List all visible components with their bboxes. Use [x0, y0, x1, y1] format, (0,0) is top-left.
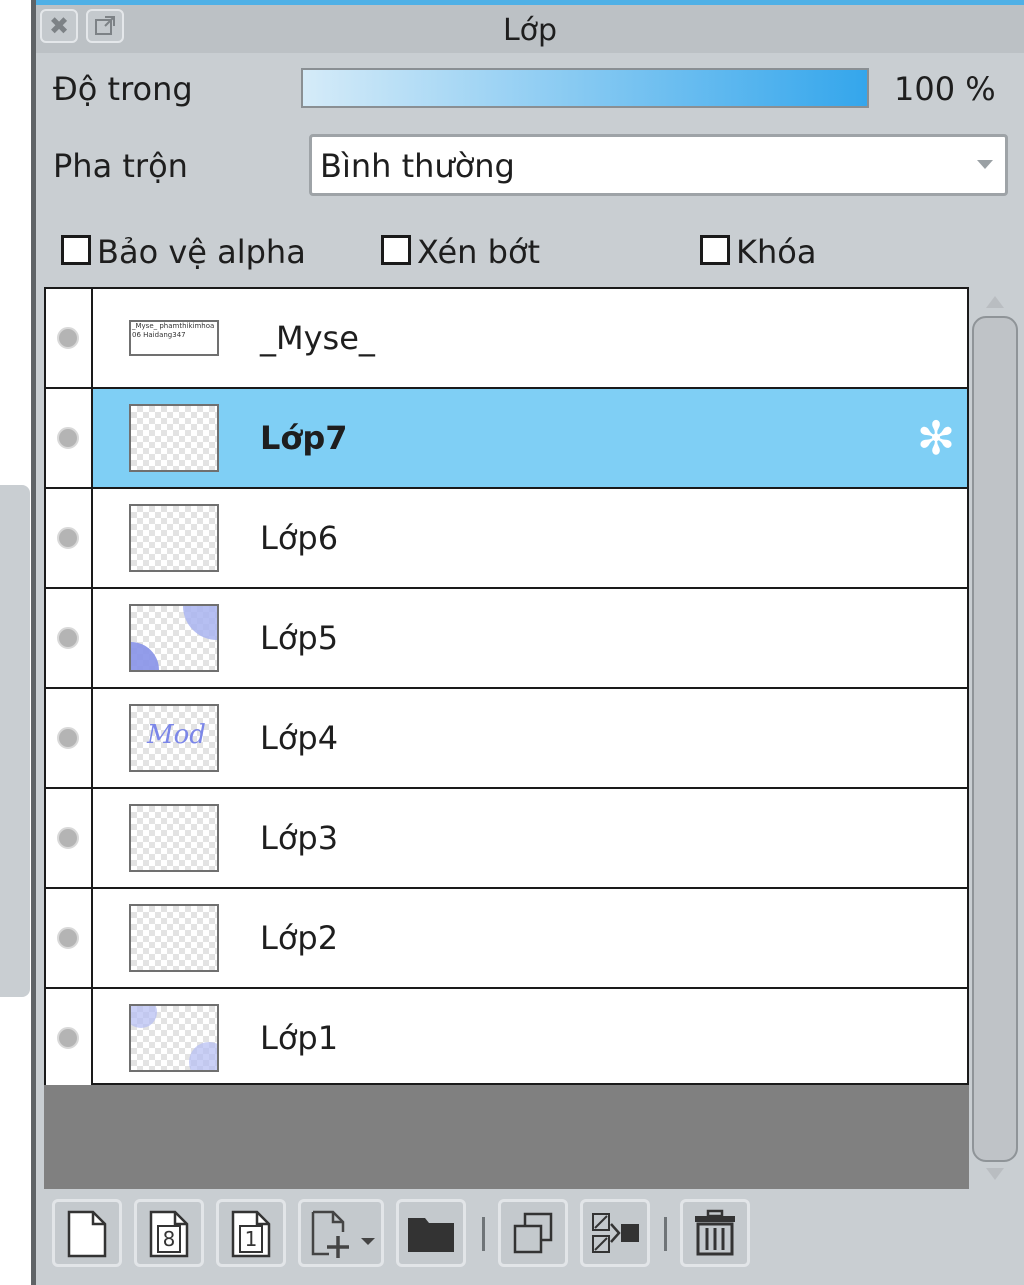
- visibility-toggle[interactable]: [46, 289, 93, 387]
- layer-row[interactable]: Lớp6: [46, 489, 967, 589]
- layer-name: Lớp7: [260, 419, 348, 457]
- layer-scrollbar[interactable]: [970, 290, 1020, 1190]
- gear-icon[interactable]: ✻: [913, 415, 959, 461]
- layer-thumbnail: [129, 904, 219, 972]
- blend-mode-value: Bình thường: [320, 147, 515, 185]
- new-1bit-layer-button[interactable]: 1: [216, 1199, 286, 1267]
- add-layer-menu-button[interactable]: [298, 1199, 384, 1267]
- trash-icon: [695, 1209, 735, 1256]
- visibility-toggle[interactable]: [46, 689, 93, 787]
- visibility-dot-icon: [57, 427, 79, 449]
- new-layer-button[interactable]: [52, 1199, 122, 1267]
- layer-thumbnail: [129, 804, 219, 872]
- layer-row[interactable]: _Myse_ phamthikimhoa06 Haidang347 _Myse_: [46, 289, 967, 389]
- layer-row[interactable]: Lớp1: [46, 989, 967, 1089]
- visibility-toggle[interactable]: [46, 389, 93, 487]
- protect-alpha-label: Bảo vệ alpha: [97, 233, 306, 271]
- page-1-icon: 1: [231, 1210, 271, 1258]
- layer-name: Lớp1: [260, 1019, 339, 1057]
- blend-label: Pha trộn: [53, 147, 188, 185]
- layer-name: Lớp6: [260, 519, 339, 557]
- scroll-down-icon[interactable]: [986, 1168, 1004, 1180]
- layer-list: _Myse_ phamthikimhoa06 Haidang347 _Myse_…: [44, 287, 969, 1087]
- thumbnail-text: Mod: [147, 720, 206, 750]
- delete-layer-button[interactable]: [680, 1199, 750, 1267]
- visibility-dot-icon: [57, 727, 79, 749]
- layer-toolbar: 8 1: [44, 1189, 1024, 1285]
- opacity-value: 100 %: [894, 70, 996, 108]
- duplicate-icon: [513, 1212, 553, 1254]
- layer-thumbnail: [129, 504, 219, 572]
- layer-row-body[interactable]: Lớp1: [93, 989, 967, 1087]
- toolbar-separator: [664, 1217, 667, 1251]
- layers-panel: ✖ Lớp Độ trong 100 % Pha trộn Bình thườn…: [36, 0, 1024, 1285]
- page-8-label: 8: [163, 1227, 176, 1251]
- layer-row-body[interactable]: Lớp5: [93, 589, 967, 687]
- visibility-toggle[interactable]: [46, 489, 93, 587]
- layer-row-body[interactable]: Mod Lớp4: [93, 689, 967, 787]
- layer-row-body[interactable]: Lớp6: [93, 489, 967, 587]
- visibility-dot-icon: [57, 327, 79, 349]
- layer-row-body[interactable]: Lớp2: [93, 889, 967, 987]
- layer-thumbnail: _Myse_ phamthikimhoa06 Haidang347: [129, 320, 219, 356]
- merge-layer-button[interactable]: [580, 1199, 650, 1267]
- blend-mode-select[interactable]: Bình thường: [309, 134, 1008, 196]
- layer-name: Lớp3: [260, 819, 339, 857]
- layer-name: Lớp2: [260, 919, 339, 957]
- layer-thumbnail: Mod: [129, 704, 219, 772]
- clip-label: Xén bớt: [417, 233, 541, 271]
- folder-icon: [408, 1218, 454, 1252]
- layer-row[interactable]: Lớp3: [46, 789, 967, 889]
- new-8bit-layer-button[interactable]: 8: [134, 1199, 204, 1267]
- chevron-down-icon: [977, 160, 993, 169]
- opacity-slider[interactable]: [301, 68, 869, 108]
- visibility-dot-icon: [57, 827, 79, 849]
- layer-row-body[interactable]: _Myse_ phamthikimhoa06 Haidang347 _Myse_: [93, 289, 967, 387]
- side-tab[interactable]: [0, 485, 30, 997]
- visibility-dot-icon: [57, 627, 79, 649]
- empty-layer-area: [44, 1085, 969, 1189]
- clip-checkbox[interactable]: [381, 235, 411, 265]
- layer-row[interactable]: Lớp2: [46, 889, 967, 989]
- add-page-icon: [311, 1210, 375, 1258]
- lock-checkbox[interactable]: [700, 235, 730, 265]
- visibility-toggle[interactable]: [46, 989, 93, 1087]
- layer-thumbnail: [129, 404, 219, 472]
- lock-label: Khóa: [736, 233, 817, 271]
- layer-row[interactable]: Lớp5: [46, 589, 967, 689]
- scroll-up-icon[interactable]: [986, 296, 1004, 308]
- panel-titlebar: ✖ Lớp: [36, 5, 1024, 53]
- visibility-dot-icon: [57, 527, 79, 549]
- layer-name: Lớp5: [260, 619, 339, 657]
- page-8-icon: 8: [149, 1210, 189, 1258]
- layer-row[interactable]: Lớp7 ✻: [46, 389, 967, 489]
- visibility-toggle[interactable]: [46, 889, 93, 987]
- opacity-label: Độ trong: [53, 70, 193, 108]
- duplicate-layer-button[interactable]: [498, 1199, 568, 1267]
- layer-thumbnail: [129, 1004, 219, 1072]
- visibility-dot-icon: [57, 927, 79, 949]
- visibility-dot-icon: [57, 1027, 79, 1049]
- toolbar-separator: [482, 1217, 485, 1251]
- scroll-thumb[interactable]: [972, 316, 1018, 1162]
- layer-thumbnail: [129, 604, 219, 672]
- panel-title: Lớp: [502, 13, 558, 48]
- protect-alpha-checkbox[interactable]: [61, 235, 91, 265]
- visibility-toggle[interactable]: [46, 589, 93, 687]
- visibility-toggle[interactable]: [46, 789, 93, 887]
- new-page-icon: [67, 1210, 107, 1258]
- merge-down-icon: [592, 1213, 639, 1253]
- layer-name: _Myse_: [260, 319, 375, 357]
- layer-name: Lớp4: [260, 719, 339, 757]
- page-1-label: 1: [245, 1227, 258, 1251]
- layer-row-body-selected[interactable]: Lớp7 ✻: [93, 389, 967, 487]
- layer-row-body[interactable]: Lớp3: [93, 789, 967, 887]
- layer-row[interactable]: Mod Lớp4: [46, 689, 967, 789]
- new-folder-button[interactable]: [396, 1199, 466, 1267]
- thumbnail-text: _Myse_ phamthikimhoa06 Haidang347: [132, 322, 215, 339]
